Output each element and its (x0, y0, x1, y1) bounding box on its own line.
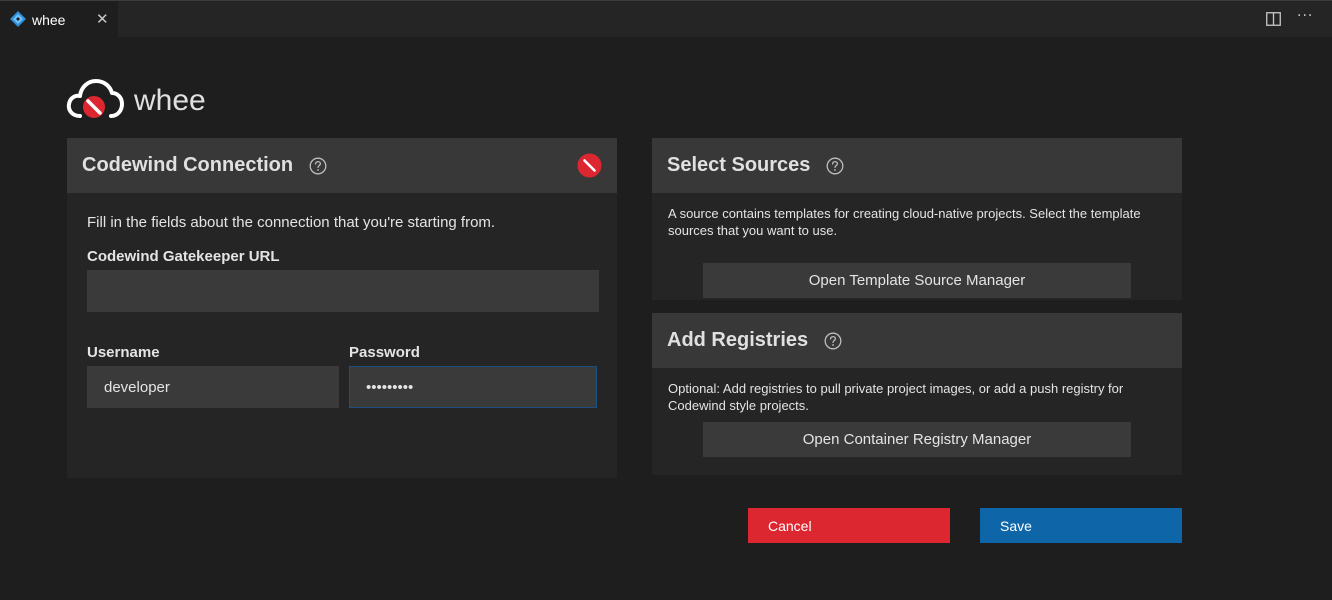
codewind-connection-panel: Codewind Connection Fill in the fields a… (67, 138, 617, 478)
cancel-button[interactable]: Cancel (748, 508, 950, 543)
username-input[interactable] (87, 366, 339, 408)
registries-panel-title: Add Registries (667, 329, 809, 351)
sources-description: A source contains templates for creating… (668, 206, 1141, 238)
select-sources-panel: Select Sources A source contains templat… (652, 138, 1182, 300)
tab-whee[interactable]: whee ✕ (0, 1, 118, 38)
codewind-diamond-icon (10, 11, 26, 27)
more-actions-icon[interactable]: ··· (1297, 8, 1313, 24)
registries-description: Optional: Add registries to pull private… (668, 381, 1124, 413)
registries-panel-header: Add Registries (652, 313, 1182, 368)
help-icon[interactable] (826, 157, 844, 175)
disconnected-status-icon (577, 153, 602, 178)
save-button[interactable]: Save (980, 508, 1182, 543)
gatekeeper-url-input[interactable] (87, 270, 599, 312)
sources-panel-header: Select Sources (652, 138, 1182, 193)
sources-panel-title: Select Sources (667, 154, 811, 176)
connection-description: Fill in the fields about the connection … (87, 214, 496, 231)
tab-title: whee (32, 12, 66, 28)
codewind-cloud-icon (66, 79, 124, 120)
connection-panel-header: Codewind Connection (67, 138, 617, 193)
help-icon[interactable] (309, 157, 327, 175)
username-label: Username (87, 344, 160, 361)
password-input[interactable] (349, 366, 597, 408)
split-editor-icon[interactable] (1266, 12, 1281, 26)
open-container-registry-manager-button[interactable]: Open Container Registry Manager (703, 422, 1131, 457)
open-template-source-manager-button[interactable]: Open Template Source Manager (703, 263, 1131, 298)
close-icon[interactable]: ✕ (96, 10, 109, 28)
page-title: whee (134, 84, 206, 117)
connection-panel-title: Codewind Connection (82, 154, 294, 176)
editor-tab-bar: whee ✕ ··· (0, 0, 1332, 38)
add-registries-panel: Add Registries Optional: Add registries … (652, 313, 1182, 475)
gatekeeper-url-label: Codewind Gatekeeper URL (87, 248, 280, 265)
password-label: Password (349, 344, 420, 361)
help-icon[interactable] (824, 332, 842, 350)
